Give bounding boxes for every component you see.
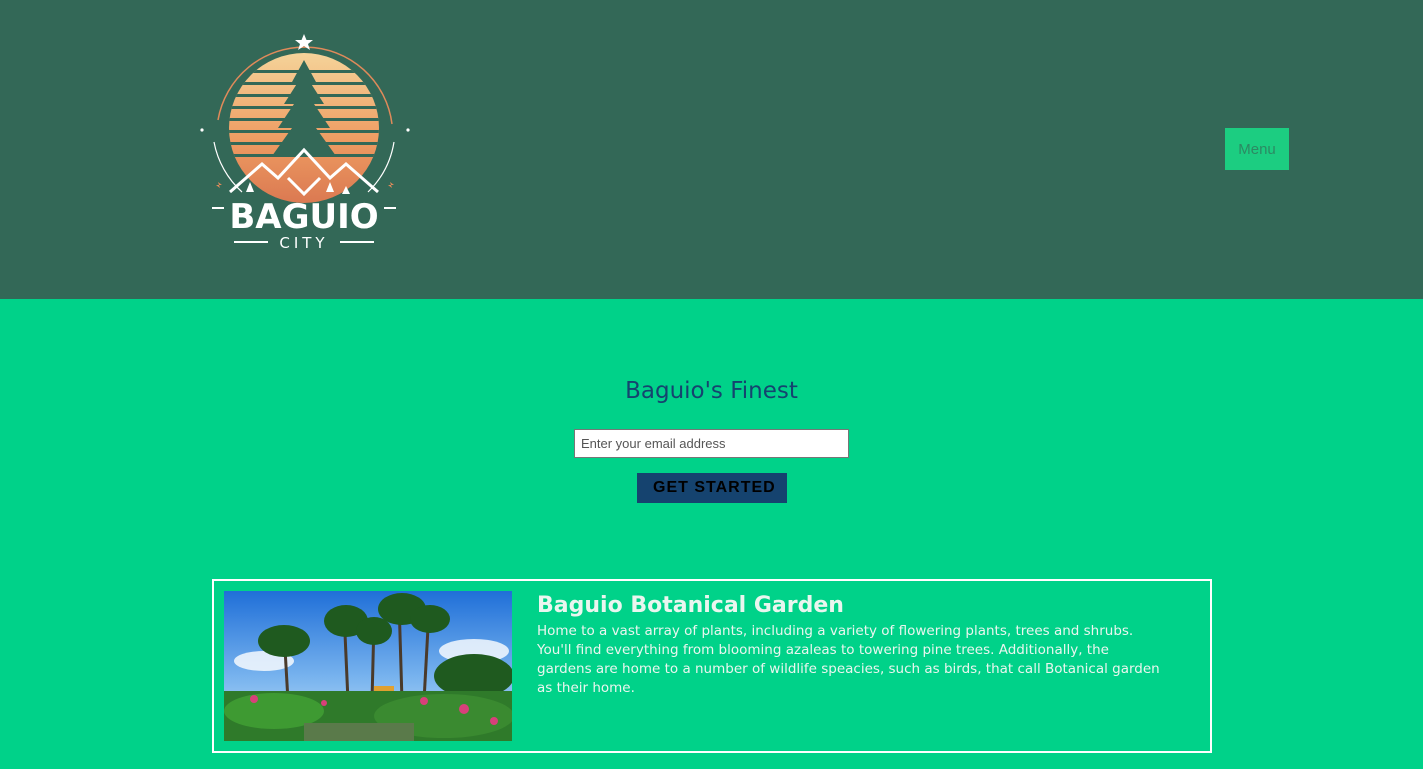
baguio-city-logo[interactable]: BAGUIO CITY <box>196 32 412 256</box>
site-header: BAGUIO CITY Menu <box>0 0 1423 299</box>
card-description: Home to a vast array of plants, includin… <box>537 623 1160 696</box>
email-input[interactable] <box>574 429 849 458</box>
get-started-button[interactable]: GET STARTED <box>637 473 787 503</box>
hero-title: Baguio's Finest <box>625 378 798 404</box>
menu-button[interactable]: Menu <box>1225 128 1289 170</box>
logo-brand-text: BAGUIO <box>229 197 378 237</box>
attraction-card: Baguio Botanical Garden Home to a vast a… <box>212 579 1212 753</box>
logo-sub-text: CITY <box>279 234 328 252</box>
card-title: Baguio Botanical Garden <box>537 593 844 618</box>
botanical-garden-photo <box>224 591 512 741</box>
